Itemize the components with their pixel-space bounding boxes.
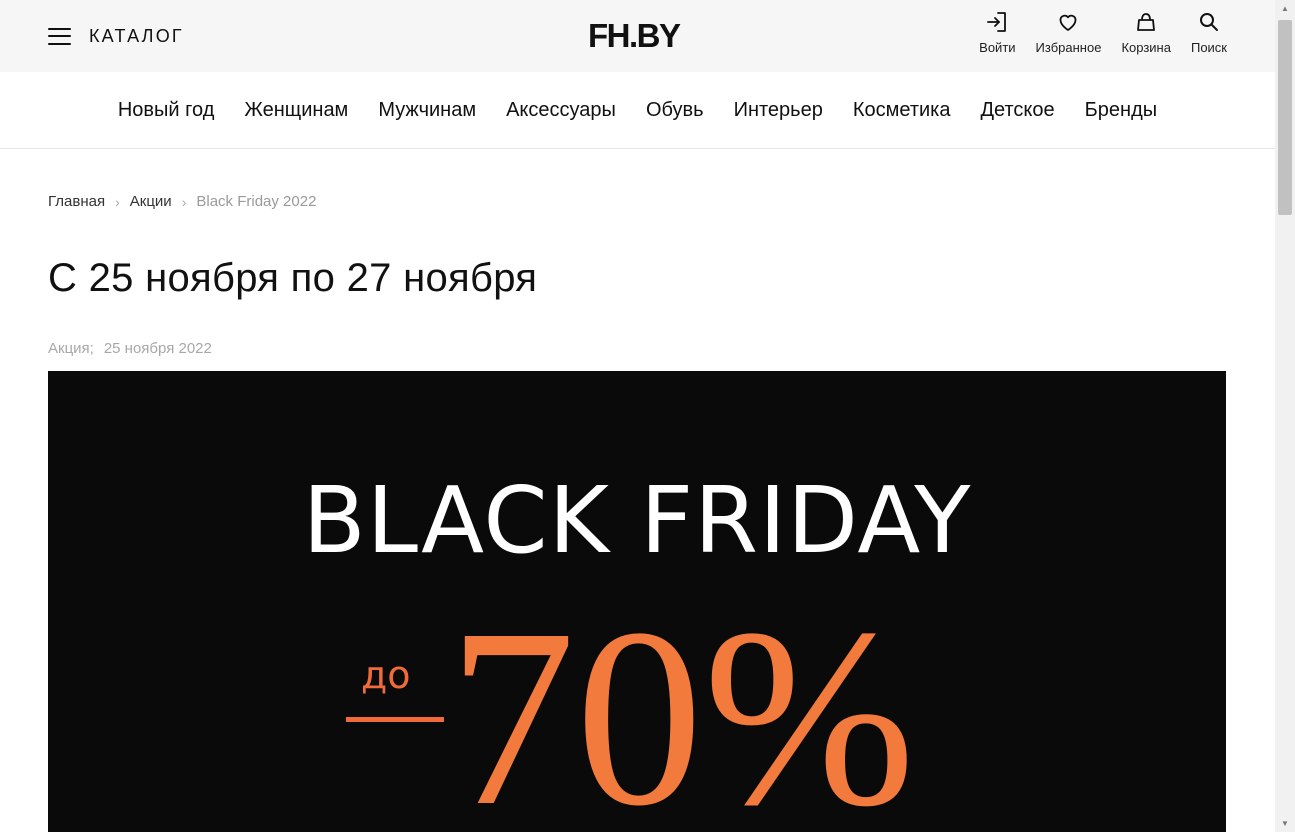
post-date: 25 ноября 2022 <box>103 340 212 357</box>
nav-item-new-year[interactable]: Новый год <box>118 99 215 122</box>
promo-banner: BLACK FRIDAY до 70% <box>48 371 1226 832</box>
login-label: Войти <box>979 40 1016 55</box>
bag-icon <box>1137 13 1156 31</box>
header-actions: Войти Избранное Корзина Поиск <box>959 10 1227 55</box>
login-icon <box>987 12 1007 32</box>
banner-discount: 70% <box>448 577 916 832</box>
chevron-right-icon: › <box>115 193 120 210</box>
site-header: КАТАЛОГ FH.BY Войти Избранное Корзина По… <box>0 0 1275 72</box>
banner-underline <box>346 717 444 722</box>
breadcrumb: Главная › Акции › Black Friday 2022 <box>48 193 316 210</box>
search-button[interactable]: Поиск <box>1191 10 1227 55</box>
page-title: С 25 ноября по 27 ноября <box>48 256 538 300</box>
nav-item-kids[interactable]: Детское <box>980 99 1054 122</box>
breadcrumb-home[interactable]: Главная <box>48 193 105 210</box>
scroll-thumb[interactable] <box>1278 20 1292 215</box>
search-icon <box>1199 13 1218 31</box>
catalog-menu-button[interactable]: КАТАЛОГ <box>48 24 184 48</box>
nav-item-cosmetics[interactable]: Косметика <box>853 99 951 122</box>
nav-item-women[interactable]: Женщинам <box>244 99 348 122</box>
catalog-label: КАТАЛОГ <box>89 25 184 46</box>
login-button[interactable]: Войти <box>979 10 1016 55</box>
cart-button[interactable]: Корзина <box>1121 10 1171 55</box>
cart-label: Корзина <box>1121 40 1171 55</box>
hamburger-icon <box>48 27 71 45</box>
banner-headline: BLACK FRIDAY <box>302 467 972 574</box>
search-label: Поиск <box>1190 40 1227 55</box>
breadcrumb-current: Black Friday 2022 <box>196 193 317 210</box>
scroll-up-icon[interactable]: ▲ <box>1275 0 1295 17</box>
breadcrumb-promotions[interactable]: Акции <box>130 193 172 210</box>
post-type: Акция; <box>48 340 94 357</box>
main-nav: Новый год Женщинам Мужчинам Аксессуары О… <box>0 72 1275 149</box>
scroll-down-icon[interactable]: ▼ <box>1275 815 1295 832</box>
nav-item-men[interactable]: Мужчинам <box>378 99 476 122</box>
post-meta: Акция; 25 ноября 2022 <box>48 340 212 357</box>
site-logo[interactable]: FH.BY <box>588 16 681 56</box>
nav-item-shoes[interactable]: Обувь <box>646 99 704 122</box>
favorites-button[interactable]: Избранное <box>1035 10 1102 55</box>
favorites-label: Избранное <box>1035 40 1102 55</box>
chevron-right-icon: › <box>181 193 187 210</box>
nav-item-accessories[interactable]: Аксессуары <box>506 99 616 122</box>
nav-item-interior[interactable]: Интерьер <box>734 99 823 122</box>
banner-prefix: до <box>361 653 411 697</box>
nav-item-brands[interactable]: Бренды <box>1085 99 1157 122</box>
heart-icon <box>1060 14 1077 31</box>
page-scrollbar[interactable]: ▲ ▼ <box>1275 0 1295 832</box>
